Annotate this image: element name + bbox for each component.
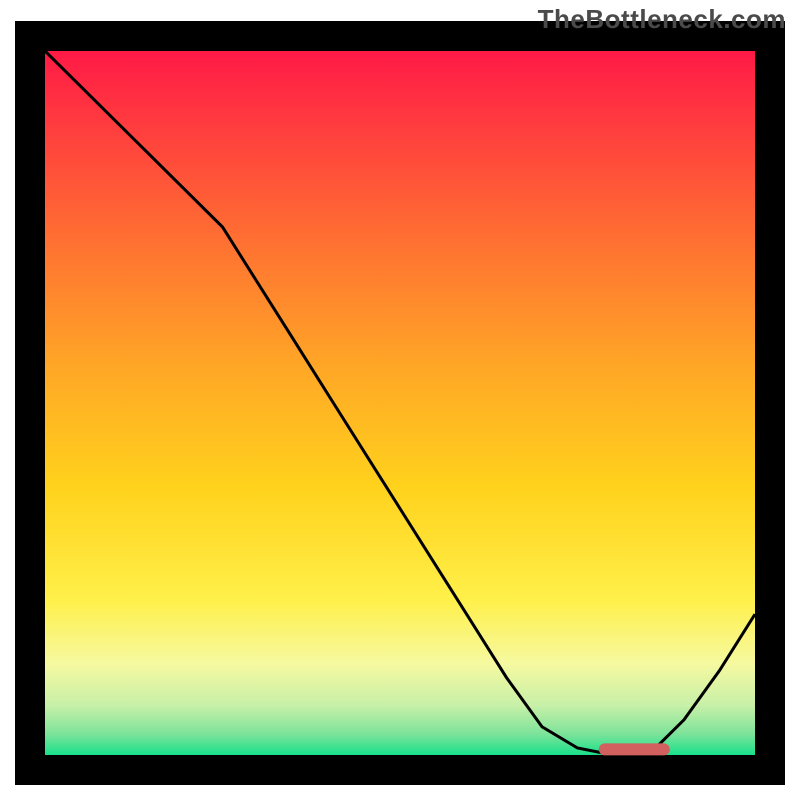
chart-container: TheBottleneck.com <box>0 0 800 800</box>
watermark-text: TheBottleneck.com <box>538 4 786 35</box>
optimal-marker <box>599 743 670 755</box>
bottleneck-chart <box>0 0 800 800</box>
